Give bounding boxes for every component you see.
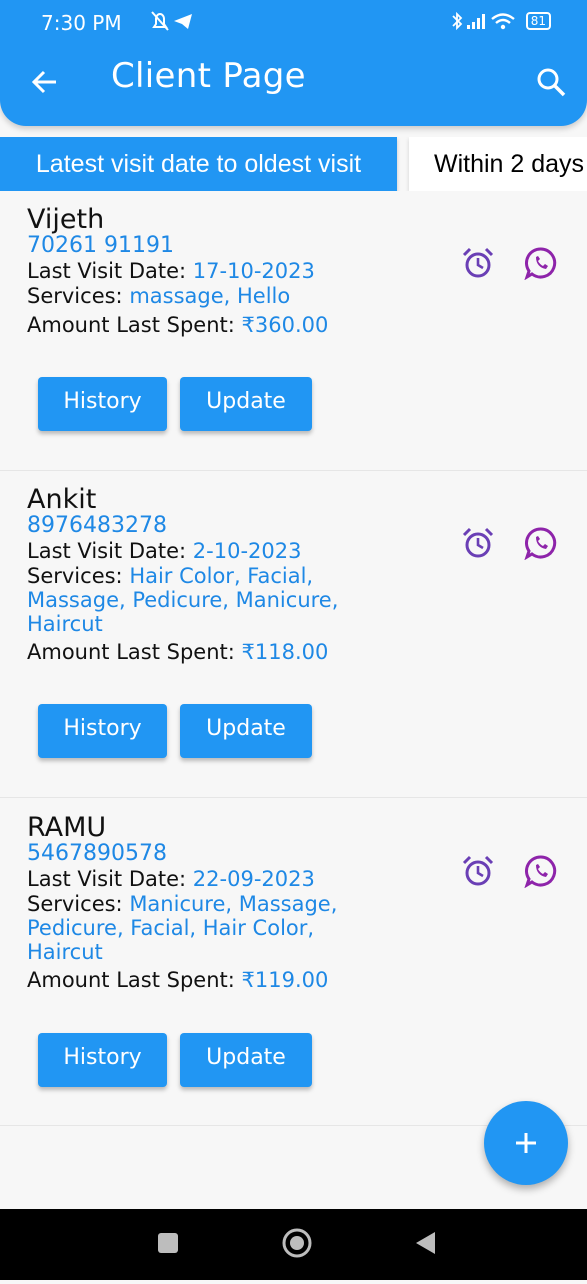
status-bar: 7:30 PM 81 [0,0,587,44]
services-value: massage, Hello [129,284,291,308]
search-icon [537,68,566,97]
client-card: Vijeth 70261 91191 Last Visit Date: 17-1… [0,204,587,471]
battery-indicator: 81 [525,12,551,30]
page-title: Client Page [111,56,306,96]
notification-icons [150,9,196,38]
history-button[interactable]: History [38,1033,167,1087]
tab-latest-to-oldest[interactable]: Latest visit date to oldest visit [0,137,397,191]
amount-line: Amount Last Spent: ₹360.00 [27,313,387,337]
alarm-clock-icon [462,855,494,886]
services-label: Services: [27,892,130,916]
client-card: Ankit 8976483278 Last Visit Date: 2-10-2… [0,484,587,798]
search-button[interactable] [531,62,571,102]
amount-line: Amount Last Spent: ₹119.00 [27,968,387,992]
filter-tabs: Latest visit date to oldest visit Within… [0,137,587,191]
client-name: Ankit [27,484,97,515]
last-visit-line: Last Visit Date: 17-10-2023 [27,259,387,283]
last-visit-date: 17-10-2023 [192,259,315,283]
alarm-clock-icon [462,247,494,278]
last-visit-date: 2-10-2023 [192,539,302,563]
client-name: Vijeth [27,204,105,235]
amount-label: Amount Last Spent: [27,640,242,664]
whatsapp-icon [524,527,557,561]
whatsapp-icon [524,855,557,889]
reminder-button[interactable] [461,526,495,560]
history-button[interactable]: History [38,377,167,431]
whatsapp-icon [524,247,557,281]
last-visit-date: 22-09-2023 [192,867,315,891]
connectivity-icons [452,11,515,31]
recents-icon[interactable] [158,1233,178,1253]
whatsapp-button[interactable] [524,246,558,281]
client-phone[interactable]: 8976483278 [27,513,167,538]
client-name: RAMU [27,812,107,843]
amount-line: Amount Last Spent: ₹118.00 [27,640,387,664]
system-nav-bar [0,1209,587,1280]
bell-off-icon [151,11,192,31]
last-visit-line: Last Visit Date: 2-10-2023 [27,539,387,563]
services-line: Services: Manicure, Massage, Pedicure, F… [27,892,387,964]
last-visit-label: Last Visit Date: [27,259,193,283]
last-visit-line: Last Visit Date: 22-09-2023 [27,867,387,891]
amount-value: ₹118.00 [241,640,329,664]
add-client-button[interactable] [484,1101,568,1185]
amount-value: ₹119.00 [241,968,329,992]
services-label: Services: [27,564,130,588]
amount-label: Amount Last Spent: [27,968,242,992]
tab-within-2-days[interactable]: Within 2 days [409,137,587,191]
client-card: RAMU 5467890578 Last Visit Date: 22-09-2… [0,812,587,1126]
nav-buttons [158,1228,435,1258]
services-line: Services: Hair Color, Facial, Massage, P… [27,564,387,636]
reminder-button[interactable] [461,854,495,888]
whatsapp-button[interactable] [524,854,558,889]
client-phone[interactable]: 5467890578 [27,841,167,866]
app-bar: 7:30 PM 81 Client Page [0,0,587,126]
services-line: Services: massage, Hello [27,284,387,308]
amount-label: Amount Last Spent: [27,313,242,337]
last-visit-label: Last Visit Date: [27,867,193,891]
plus-icon [516,1133,536,1153]
update-button[interactable]: Update [180,704,312,758]
system-icons: 81 [450,11,551,31]
services-label: Services: [27,284,130,308]
reminder-button[interactable] [461,246,495,280]
whatsapp-button[interactable] [524,526,558,561]
amount-value: ₹360.00 [241,313,329,337]
history-button[interactable]: History [38,704,167,758]
back-nav-icon[interactable] [416,1232,435,1254]
last-visit-label: Last Visit Date: [27,539,193,563]
status-time: 7:30 PM [41,11,122,35]
update-button[interactable]: Update [180,377,312,431]
back-button[interactable] [26,64,62,100]
update-button[interactable]: Update [180,1033,312,1087]
client-phone[interactable]: 70261 91191 [27,233,174,258]
arrow-left-icon [31,70,56,94]
alarm-clock-icon [462,527,494,558]
